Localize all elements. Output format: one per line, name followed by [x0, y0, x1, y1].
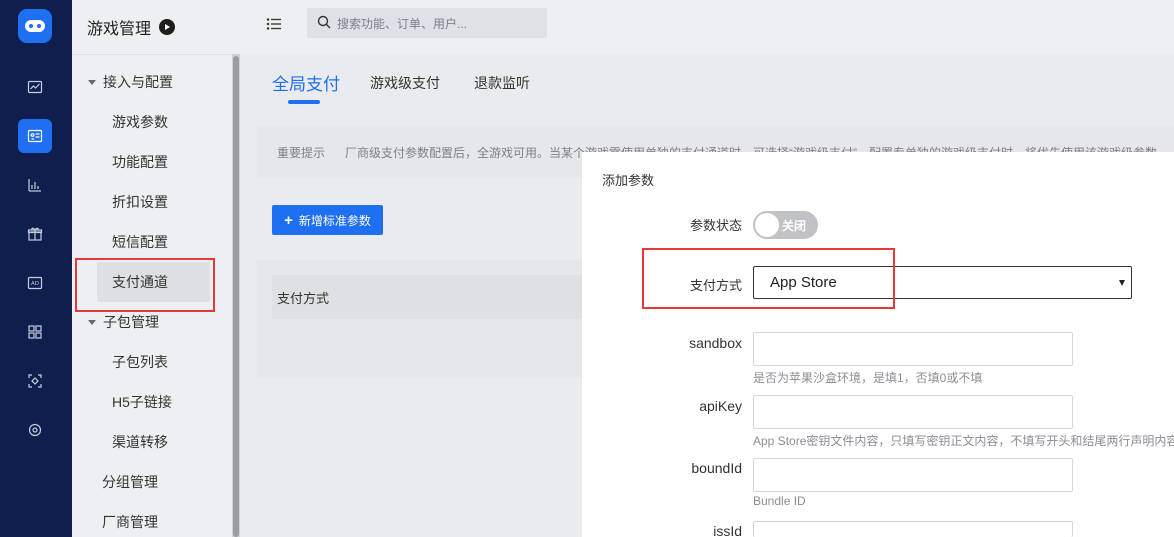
status-label: 参数状态	[689, 218, 742, 233]
sidebar-title: 游戏管理	[87, 21, 152, 38]
boundid-hint: Bundle ID	[753, 494, 806, 508]
menu-group-integration[interactable]: 接入与配置	[72, 62, 232, 102]
menu-item-subpackage-list[interactable]: 子包列表	[72, 342, 232, 382]
field-label-boundid: boundId	[691, 460, 742, 476]
caret-down-icon	[88, 319, 96, 325]
boundid-input[interactable]	[753, 458, 1073, 492]
tabs-bar: 全局支付 游戏级支付 退款监听	[256, 55, 1174, 107]
settings-icon[interactable]	[18, 413, 52, 447]
gamepad-logo-icon[interactable]	[18, 9, 52, 43]
bar-chart-icon[interactable]	[18, 168, 52, 202]
sidebar-header: 游戏管理	[72, 0, 240, 54]
modal-title: 添加参数	[602, 173, 655, 188]
sandbox-hint: 是否为苹果沙盒环境，是填1，否填0或不填	[753, 371, 983, 385]
apikey-input[interactable]	[753, 395, 1073, 429]
issid-input[interactable]	[753, 521, 1073, 537]
tab-refund-monitor[interactable]: 退款监听	[474, 73, 530, 93]
topbar: 搜索功能、订单、用户...	[240, 0, 1174, 54]
menu-item-h5-sublink[interactable]: H5子链接	[72, 382, 232, 422]
dropdown-arrow-icon	[1119, 280, 1125, 286]
plus-icon: +	[284, 211, 293, 229]
search-box[interactable]: 搜索功能、订单、用户...	[307, 8, 547, 38]
sidebar-divider	[72, 54, 240, 55]
menu-item-vendor-management[interactable]: 厂商管理	[72, 502, 232, 537]
menu-item-sms-config[interactable]: 短信配置	[72, 222, 232, 262]
tab-global-payment[interactable]: 全局支付	[272, 70, 340, 95]
menu-toggle-icon[interactable]	[266, 16, 282, 32]
apikey-hint: App Store密钥文件内容，只填写密钥正文内容，不填写开头和结尾两行声明内容	[753, 434, 1174, 448]
menu-item-channel-transfer[interactable]: 渠道转移	[72, 422, 232, 462]
tab-game-payment[interactable]: 游戏级支付	[370, 73, 440, 93]
menu-item-game-params[interactable]: 游戏参数	[72, 102, 232, 142]
menu-group-label: 接入与配置	[103, 74, 173, 90]
sandbox-input[interactable]	[753, 332, 1073, 366]
gift-icon[interactable]	[18, 217, 52, 251]
menu-item-feature-config[interactable]: 功能配置	[72, 142, 232, 182]
add-button-label: 新增标准参数	[298, 213, 371, 228]
caret-down-icon	[88, 79, 96, 85]
ad-icon[interactable]: AD	[18, 266, 52, 300]
search-placeholder: 搜索功能、订单、用户...	[337, 16, 468, 31]
sidebar-scrollbar[interactable]	[232, 54, 240, 537]
menu-item-group-management[interactable]: 分组管理	[72, 462, 232, 502]
menu-item-discount-settings[interactable]: 折扣设置	[72, 182, 232, 222]
play-icon[interactable]	[159, 19, 176, 35]
scrollbar-thumb[interactable]	[233, 56, 239, 537]
svg-text:AD: AD	[31, 281, 39, 287]
field-label-issid: issId	[713, 523, 742, 537]
status-toggle[interactable]: 关闭	[753, 211, 818, 239]
notice-label: 重要提示	[277, 145, 326, 160]
toggle-text: 关闭	[782, 219, 807, 233]
toggle-knob	[755, 213, 779, 237]
highlight-box-sidebar	[75, 258, 215, 312]
tag-scan-icon[interactable]	[18, 364, 52, 398]
menu-group-label: 子包管理	[103, 314, 159, 330]
add-param-modal: 添加参数 参数状态 关闭 支付方式 App Store sandbox 是否为苹…	[582, 152, 1174, 537]
grid-icon[interactable]	[18, 315, 52, 349]
search-icon	[317, 15, 331, 32]
field-label-apikey: apiKey	[699, 398, 742, 414]
field-label-sandbox: sandbox	[689, 335, 742, 351]
id-card-icon[interactable]	[18, 119, 52, 153]
table-header-pay-method: 支付方式	[272, 275, 612, 319]
highlight-box-pay-method	[642, 248, 895, 309]
add-standard-param-button[interactable]: + 新增标准参数	[272, 205, 383, 235]
icon-rail: AD	[0, 0, 72, 537]
line-chart-icon[interactable]	[18, 70, 52, 104]
active-tab-indicator	[288, 100, 320, 104]
